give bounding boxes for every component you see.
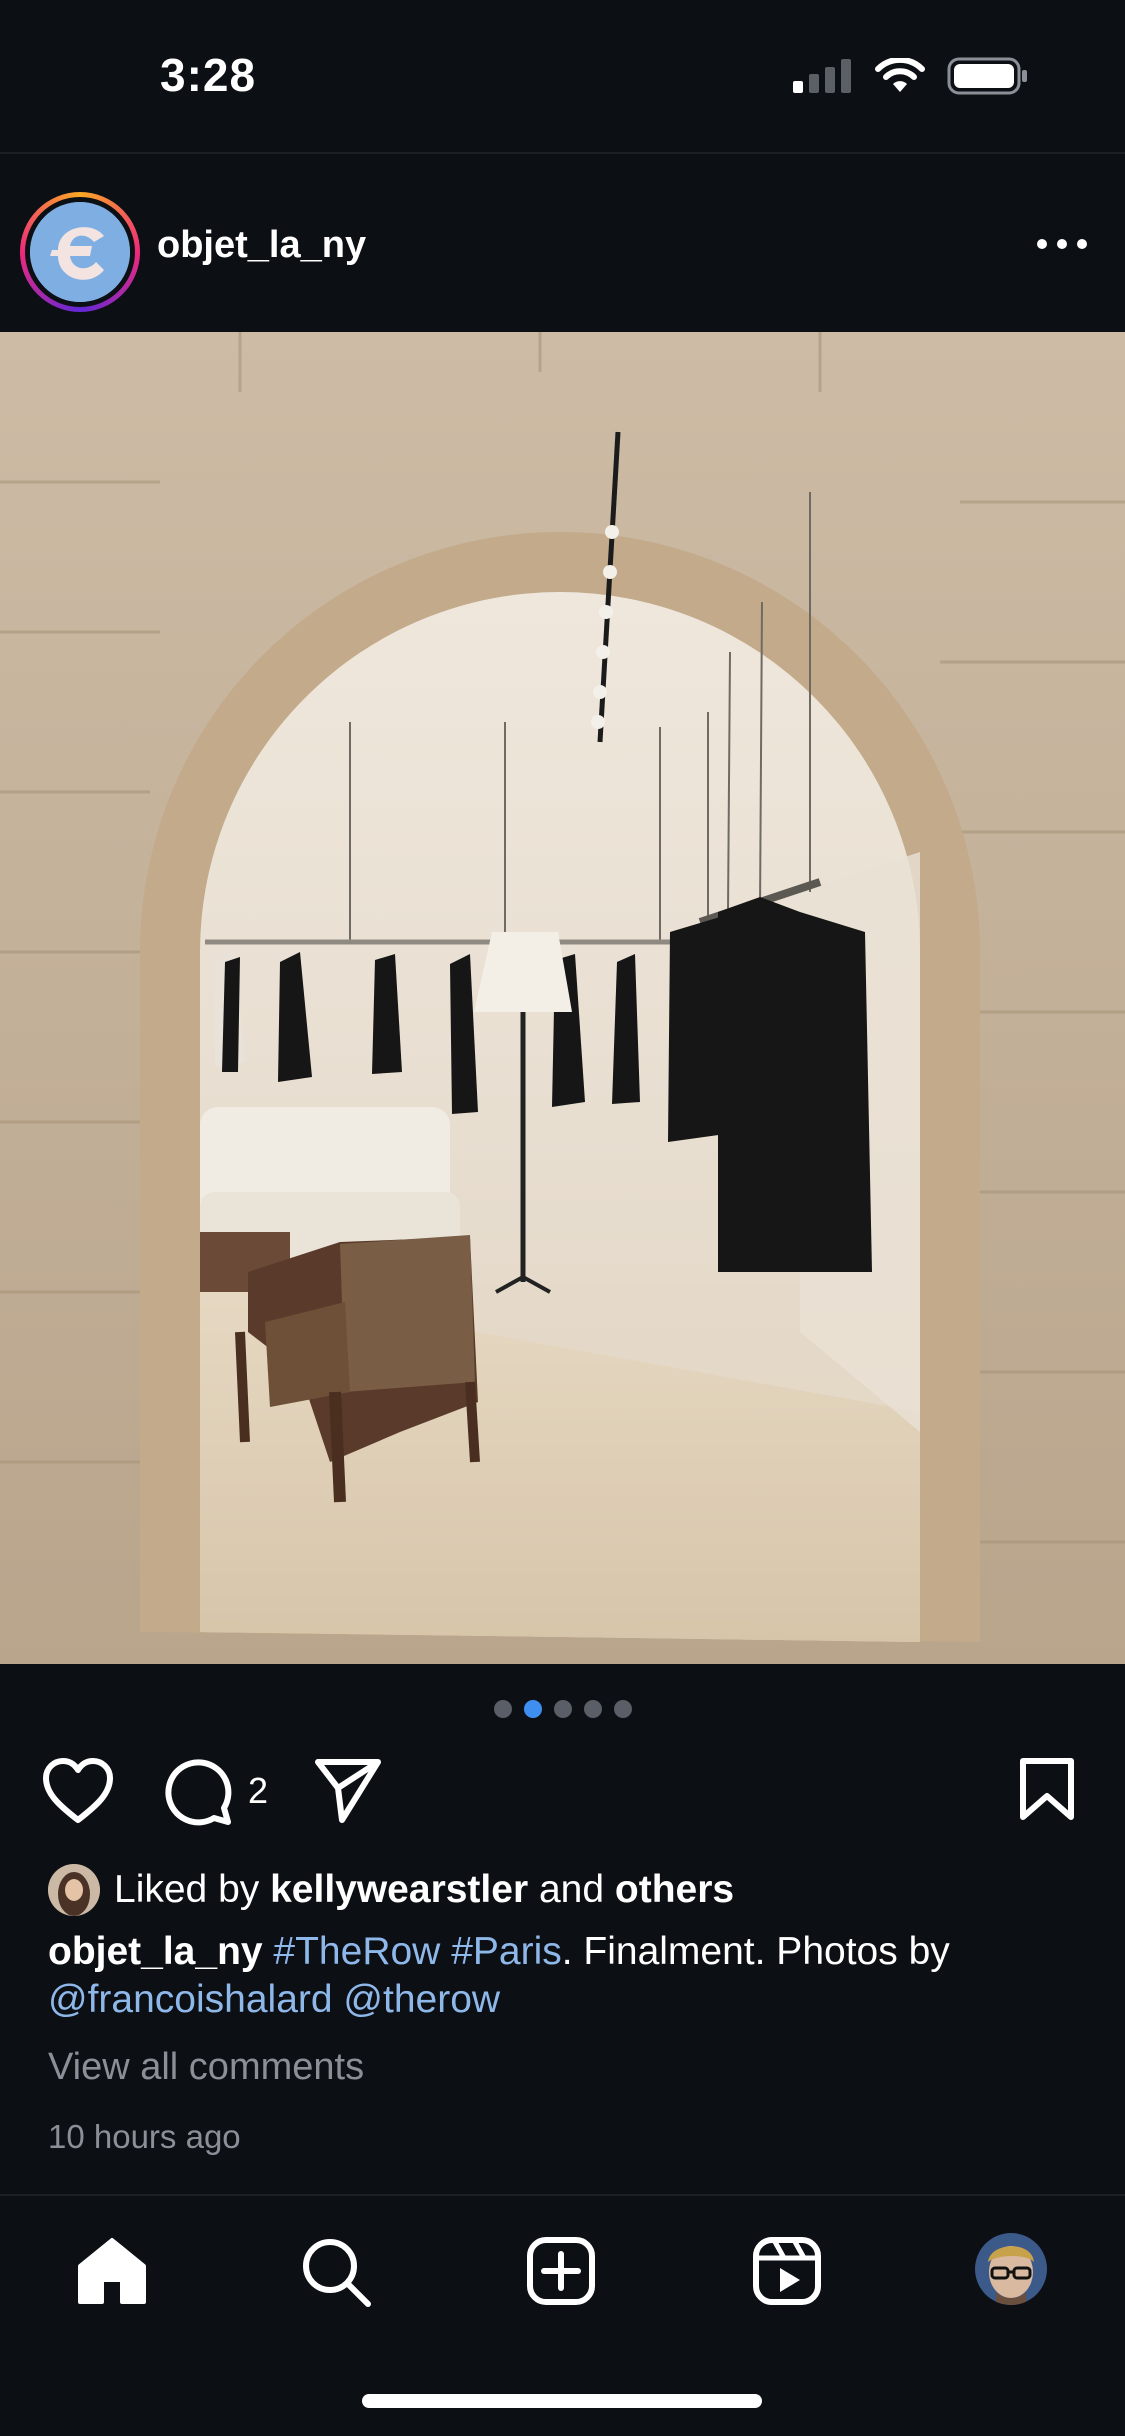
carousel-dot-active: [523, 1700, 542, 1718]
story-avatar[interactable]: [20, 192, 140, 312]
carousel-dot: [493, 1700, 512, 1718]
status-time: 3:28: [160, 49, 257, 101]
share-button[interactable]: [312, 1756, 384, 1829]
view-all-comments-link[interactable]: View all comments: [48, 2046, 364, 2089]
search-icon: [303, 2239, 371, 2307]
liked-by-prefix: Liked by: [114, 1868, 260, 1911]
comment-button[interactable]: [162, 1756, 234, 1833]
create-post-icon: [527, 2237, 595, 2305]
carousel-indicator: [0, 1700, 1125, 1718]
carousel-dot: [613, 1700, 632, 1718]
liked-by-conjunction: and: [538, 1868, 605, 1911]
status-bar: 3:28: [0, 0, 1125, 152]
avatar-inner: [25, 197, 135, 307]
mention-link[interactable]: @therow: [343, 1978, 500, 2021]
send-icon: [315, 1759, 381, 1823]
hashtag-link[interactable]: #Paris: [451, 1930, 562, 1973]
boutique-photo: [0, 332, 1125, 1664]
post-header: objet_la_ny: [0, 154, 1125, 332]
nav-reels[interactable]: [752, 2236, 822, 2311]
liked-by-row[interactable]: Liked by kellywearstler and others: [48, 1862, 734, 1918]
bottom-navigation: [0, 2196, 1125, 2346]
post-photo[interactable]: [0, 332, 1125, 1664]
carousel-dot: [553, 1700, 572, 1718]
caption-username[interactable]: objet_la_ny: [48, 1930, 263, 1973]
hashtag-link[interactable]: #TheRow: [273, 1930, 440, 1973]
status-icons: [793, 56, 1029, 96]
objet-logo-icon: [30, 202, 130, 302]
avatar: [30, 202, 130, 302]
heart-icon: [43, 1758, 113, 1823]
carousel-dot: [583, 1700, 602, 1718]
cellular-signal-icon: [793, 59, 851, 93]
post-timestamp: 10 hours ago: [48, 2118, 241, 2155]
more-dot: [1057, 239, 1067, 249]
battery-icon: [947, 57, 1027, 95]
wifi-icon: [875, 58, 925, 92]
nav-create[interactable]: [526, 2236, 596, 2311]
reels-icon: [753, 2237, 821, 2305]
mention-link[interactable]: @francoishalard: [48, 1978, 333, 2021]
home-icon: [78, 2238, 146, 2304]
nav-home[interactable]: [76, 2236, 148, 2311]
post-username[interactable]: objet_la_ny: [157, 224, 366, 267]
like-button[interactable]: [40, 1756, 116, 1831]
save-button[interactable]: [1018, 1756, 1076, 1827]
comment-count: 2: [248, 1770, 269, 1811]
profile-avatar: [975, 2233, 1047, 2305]
home-indicator: [362, 2394, 762, 2408]
more-dot: [1037, 239, 1047, 249]
caption-text: . Finalment. Photos by: [561, 1930, 950, 1973]
more-options-button[interactable]: [1037, 234, 1087, 254]
liked-by-user[interactable]: kellywearstler: [270, 1868, 528, 1912]
liker-photo: [48, 1864, 100, 1916]
nav-search[interactable]: [300, 2236, 372, 2313]
liked-by-others[interactable]: others: [615, 1868, 734, 1912]
more-dot: [1077, 239, 1087, 249]
liker-avatar: [48, 1864, 100, 1916]
post-actions: 2: [0, 1750, 1125, 1830]
comment-icon: [165, 1759, 232, 1826]
nav-profile[interactable]: [974, 2232, 1048, 2311]
bookmark-icon: [1020, 1758, 1074, 1820]
post-caption: objet_la_ny #TheRow #Paris. Finalment. P…: [48, 1928, 1088, 2024]
